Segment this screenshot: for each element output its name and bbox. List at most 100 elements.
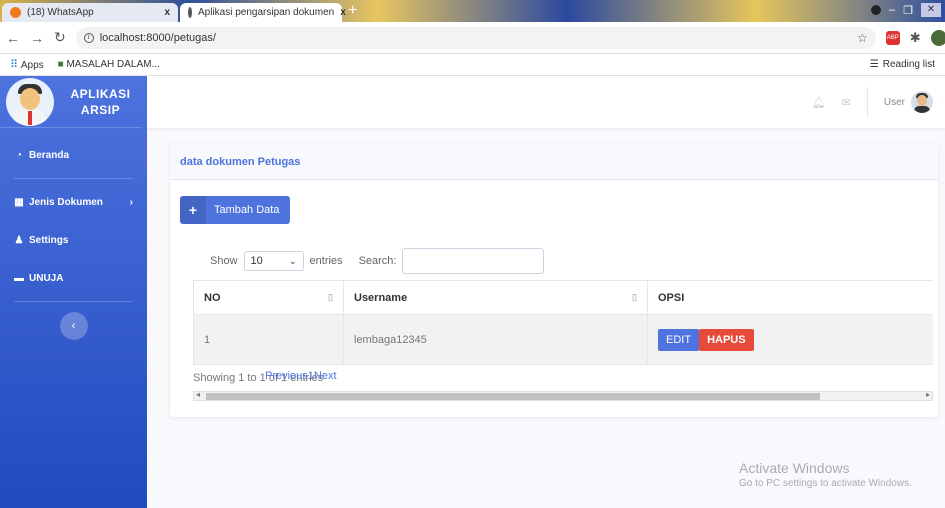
bookmark-icon: ■ bbox=[57, 59, 64, 70]
table-row: 1 lembaga12345 EDIT HAPUS bbox=[193, 314, 933, 365]
whatsapp-icon bbox=[10, 7, 21, 18]
browser-tab-bar: (18) WhatsApp x Aplikasi pengarsipan dok… bbox=[0, 0, 945, 22]
reading-list-icon: ☰ bbox=[869, 59, 879, 70]
datatable-controls: Show 10 ⌄ entries Search: bbox=[210, 248, 545, 274]
user-avatar bbox=[911, 91, 933, 113]
scrollbar-thumb[interactable] bbox=[206, 393, 820, 400]
url-text: localhost:8000/petugas/ bbox=[99, 31, 216, 44]
minimize-icon[interactable]: – bbox=[889, 4, 895, 16]
info-icon[interactable]: i bbox=[83, 32, 94, 43]
window-close-icon[interactable]: ✕ bbox=[921, 3, 941, 17]
bookmarks-bar: ⠿ Apps ■ MASALAH DALAM... ☰ Reading list bbox=[0, 54, 945, 76]
tab-label: (18) WhatsApp bbox=[27, 7, 94, 18]
data-card: data dokumen Petugas + Tambah Data Show … bbox=[170, 144, 938, 417]
sidebar-item-unuja[interactable]: ▬ UNUJA bbox=[0, 259, 147, 297]
cell-actions: EDIT HAPUS bbox=[647, 314, 933, 365]
search-input[interactable] bbox=[402, 248, 545, 274]
new-tab-button[interactable]: + bbox=[348, 3, 357, 19]
cell-no: 1 bbox=[193, 314, 344, 365]
sidebar-menu: ◔ Beranda ▦ Jenis Dokumen › ♟ Settings ▬… bbox=[0, 128, 147, 348]
add-data-label: Tambah Data bbox=[214, 204, 280, 216]
folder-icon: ▬ bbox=[14, 272, 24, 284]
tab-aplikasi[interactable]: Aplikasi pengarsipan dokumen x bbox=[180, 3, 346, 22]
sidebar-divider bbox=[14, 178, 133, 179]
entries-label: entries bbox=[309, 255, 343, 267]
sidebar-toggle-button[interactable]: ‹ bbox=[59, 312, 88, 340]
reload-icon[interactable]: ↻ bbox=[54, 29, 66, 46]
add-data-button[interactable]: + Tambah Data bbox=[180, 196, 290, 224]
watermark-title: Activate Windows bbox=[739, 460, 850, 476]
globe-icon bbox=[188, 7, 192, 18]
sidebar: APLIKASI ARSIP ◔ Beranda ▦ Jenis Dokumen… bbox=[0, 76, 147, 508]
adblock-icon[interactable]: ABP bbox=[885, 30, 900, 45]
user-name: User bbox=[883, 96, 905, 108]
sidebar-item-beranda[interactable]: ◔ Beranda bbox=[0, 136, 147, 174]
bell-icon[interactable]: 🔔︎ bbox=[812, 96, 826, 109]
address-bar: ← → ↻ i localhost:8000/petugas/ ☆ ABP ✱ … bbox=[0, 22, 945, 54]
bookmark-label: Apps bbox=[20, 60, 44, 71]
sidebar-item-settings[interactable]: ♟ Settings bbox=[0, 221, 147, 259]
sort-icon: ▯ bbox=[328, 291, 333, 302]
sidebar-item-jenis-dokumen[interactable]: ▦ Jenis Dokumen › bbox=[0, 183, 147, 221]
plus-icon: + bbox=[180, 196, 206, 224]
cell-username: lembaga12345 bbox=[343, 314, 648, 365]
table-icon: ▦ bbox=[14, 196, 24, 208]
reading-list-label: Reading list bbox=[882, 59, 935, 70]
maximize-icon[interactable]: ❐ bbox=[903, 4, 913, 17]
chevron-right-icon: › bbox=[129, 196, 133, 208]
sidebar-item-label: Jenis Dokumen bbox=[29, 196, 103, 208]
activate-windows-watermark: Activate Windows Go to PC settings to ac… bbox=[739, 460, 912, 489]
user-icon: ♟ bbox=[14, 234, 24, 246]
brand-avatar bbox=[6, 77, 54, 126]
sort-icon: ▯ bbox=[632, 291, 637, 302]
sidebar-item-label: UNUJA bbox=[29, 272, 64, 284]
close-tab-icon[interactable]: x bbox=[164, 7, 170, 18]
brand-text: APLIKASI ARSIP bbox=[70, 86, 131, 117]
table-header-row: NO ▯ Username ▯ OPSI bbox=[193, 280, 933, 315]
sidebar-brand[interactable]: APLIKASI ARSIP bbox=[0, 76, 141, 128]
data-table: NO ▯ Username ▯ OPSI 1 lembaga12345 EDIT HA… bbox=[193, 280, 933, 365]
pagination[interactable]: Previous1Next bbox=[265, 370, 337, 382]
profile-avatar[interactable] bbox=[930, 29, 945, 46]
show-label: Show bbox=[210, 255, 238, 267]
url-field[interactable]: i localhost:8000/petugas/ ☆ bbox=[75, 26, 876, 49]
search-label: Search: bbox=[358, 255, 397, 267]
star-icon[interactable]: ☆ bbox=[857, 31, 868, 45]
dashboard-icon: ◔ bbox=[15, 149, 23, 161]
delete-button[interactable]: HAPUS bbox=[699, 328, 754, 351]
horizontal-scrollbar[interactable]: ◂ ▸ bbox=[193, 390, 933, 401]
browser-toolbar-icons: ABP ✱ ⋮ bbox=[885, 29, 945, 46]
sidebar-item-label: Settings bbox=[29, 234, 69, 246]
entries-value: 10 bbox=[250, 255, 263, 267]
scroll-left-icon[interactable]: ◂ bbox=[196, 390, 200, 399]
reading-list-button[interactable]: ☰ Reading list bbox=[870, 59, 935, 70]
tab-label: Aplikasi pengarsipan dokumen bbox=[198, 7, 335, 18]
close-tab-icon[interactable]: x bbox=[340, 7, 346, 18]
column-header-username[interactable]: Username ▯ bbox=[343, 280, 648, 315]
user-menu[interactable]: User bbox=[884, 91, 933, 113]
watermark-subtitle: Go to PC settings to activate Windows. bbox=[739, 478, 912, 489]
card-title: data dokumen Petugas bbox=[170, 144, 938, 180]
sidebar-item-label: Beranda bbox=[29, 149, 70, 161]
tab-whatsapp[interactable]: (18) WhatsApp x bbox=[2, 3, 178, 22]
back-icon[interactable]: ← bbox=[6, 30, 20, 46]
topbar-divider bbox=[866, 87, 868, 117]
mail-icon[interactable]: ✉ bbox=[842, 96, 851, 109]
column-header-no[interactable]: NO ▯ bbox=[193, 280, 344, 315]
scroll-right-icon[interactable]: ▸ bbox=[926, 390, 930, 399]
column-header-opsi[interactable]: OPSI bbox=[647, 280, 933, 315]
record-icon[interactable] bbox=[871, 5, 881, 15]
bookmark-masalah[interactable]: ■ MASALAH DALAM... bbox=[58, 59, 160, 70]
chevron-down-icon: ⌄ bbox=[288, 255, 297, 266]
bookmark-apps[interactable]: ⠿ Apps bbox=[10, 58, 44, 71]
topbar: 🔔︎ ✉ User bbox=[147, 76, 945, 128]
chevron-left-icon: ‹ bbox=[71, 320, 76, 332]
sidebar-divider bbox=[14, 301, 133, 302]
forward-icon[interactable]: → bbox=[30, 30, 44, 46]
bookmark-label: MASALAH DALAM... bbox=[66, 59, 160, 70]
entries-select[interactable]: 10 ⌄ bbox=[243, 251, 304, 271]
edit-button[interactable]: EDIT bbox=[658, 328, 700, 351]
extensions-icon[interactable]: ✱ bbox=[910, 30, 921, 46]
window-controls: – ❐ ✕ bbox=[871, 3, 941, 17]
apps-grid-icon: ⠿ bbox=[10, 59, 19, 71]
